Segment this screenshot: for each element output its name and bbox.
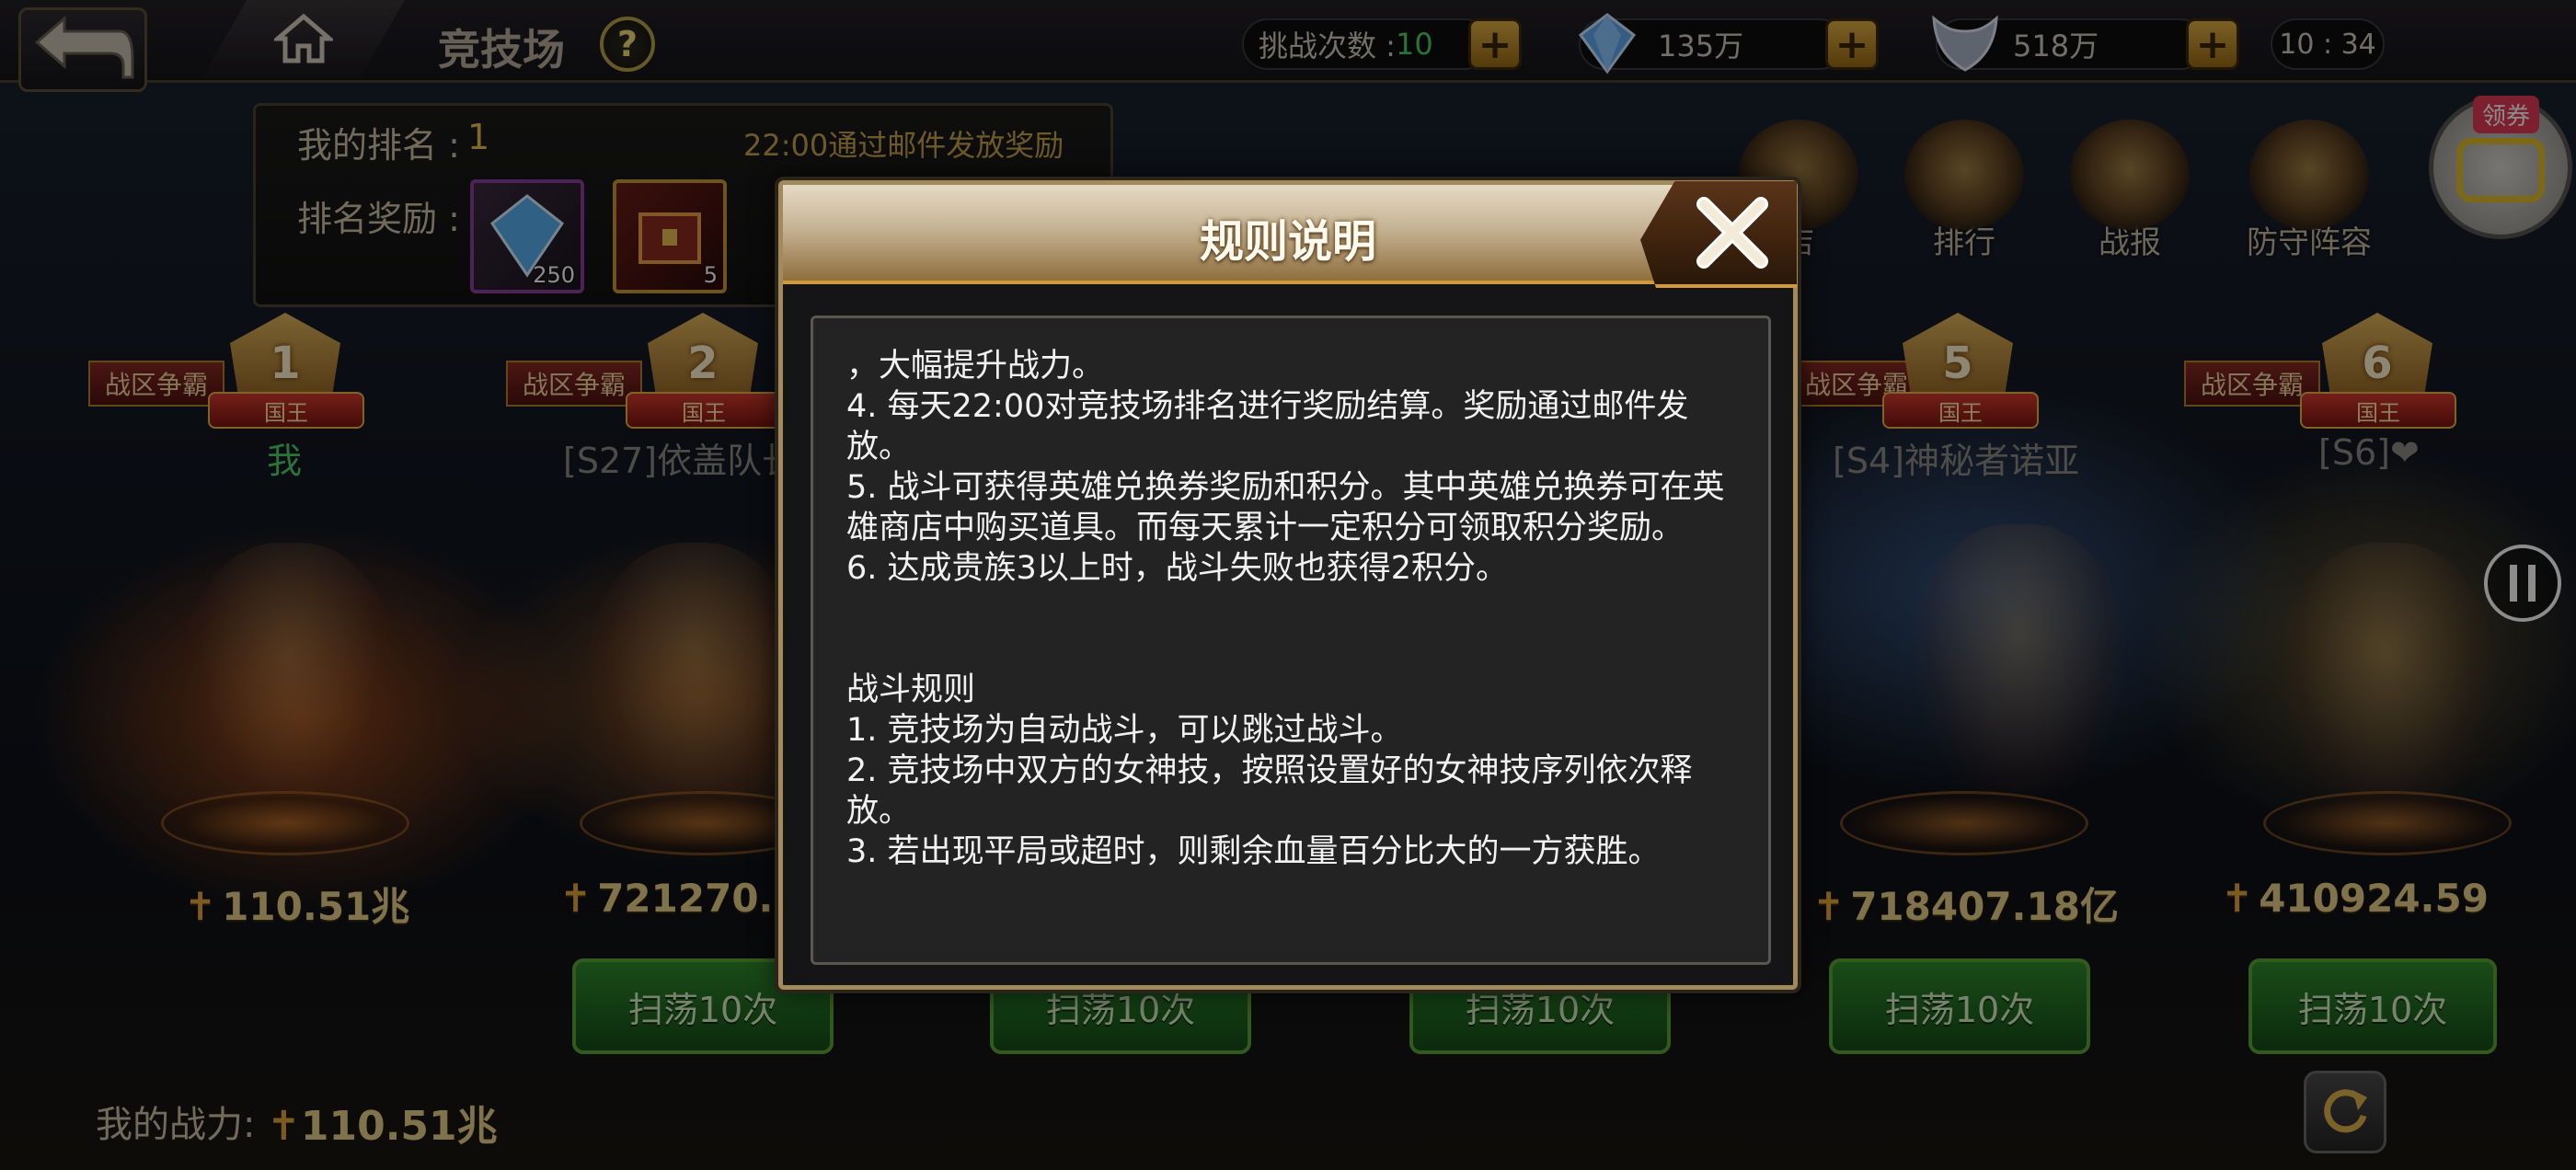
rule-line: ，大幅提升战力。: [846, 348, 1105, 384]
battle-rules-heading: 战斗规则: [846, 671, 976, 708]
rule-line: 3. 若出现平局或超时，则剩余血量百分比大的一方获胜。: [846, 833, 1661, 870]
close-icon: [1696, 197, 1768, 269]
rules-dialog: 规则说明 ，大幅提升战力。 4. 每天22:00对竞技场排名进行奖励结算。奖励通…: [778, 180, 1798, 990]
rule-line: 1. 竞技场为自动战斗，可以跳过战斗。: [846, 712, 1403, 749]
rule-line: 4. 每天22:00对竞技场排名进行奖励结算。奖励通过邮件发放。: [846, 388, 1689, 465]
dialog-header: 规则说明: [783, 185, 1793, 284]
dialog-title: 规则说明: [1199, 216, 1376, 268]
rule-line: 5. 战斗可获得英雄兑换券奖励和积分。其中英雄兑换券可在英雄商店中购买道具。而每…: [846, 469, 1725, 546]
rules-text-panel[interactable]: ，大幅提升战力。 4. 每天22:00对竞技场排名进行奖励结算。奖励通过邮件发放…: [811, 315, 1771, 965]
rule-line: 6. 达成贵族3以上时，战斗失败也获得2积分。: [846, 550, 1509, 587]
rule-line: 2. 竞技场中双方的女神技，按照设置好的女神技序列依次释放。: [846, 752, 1693, 830]
